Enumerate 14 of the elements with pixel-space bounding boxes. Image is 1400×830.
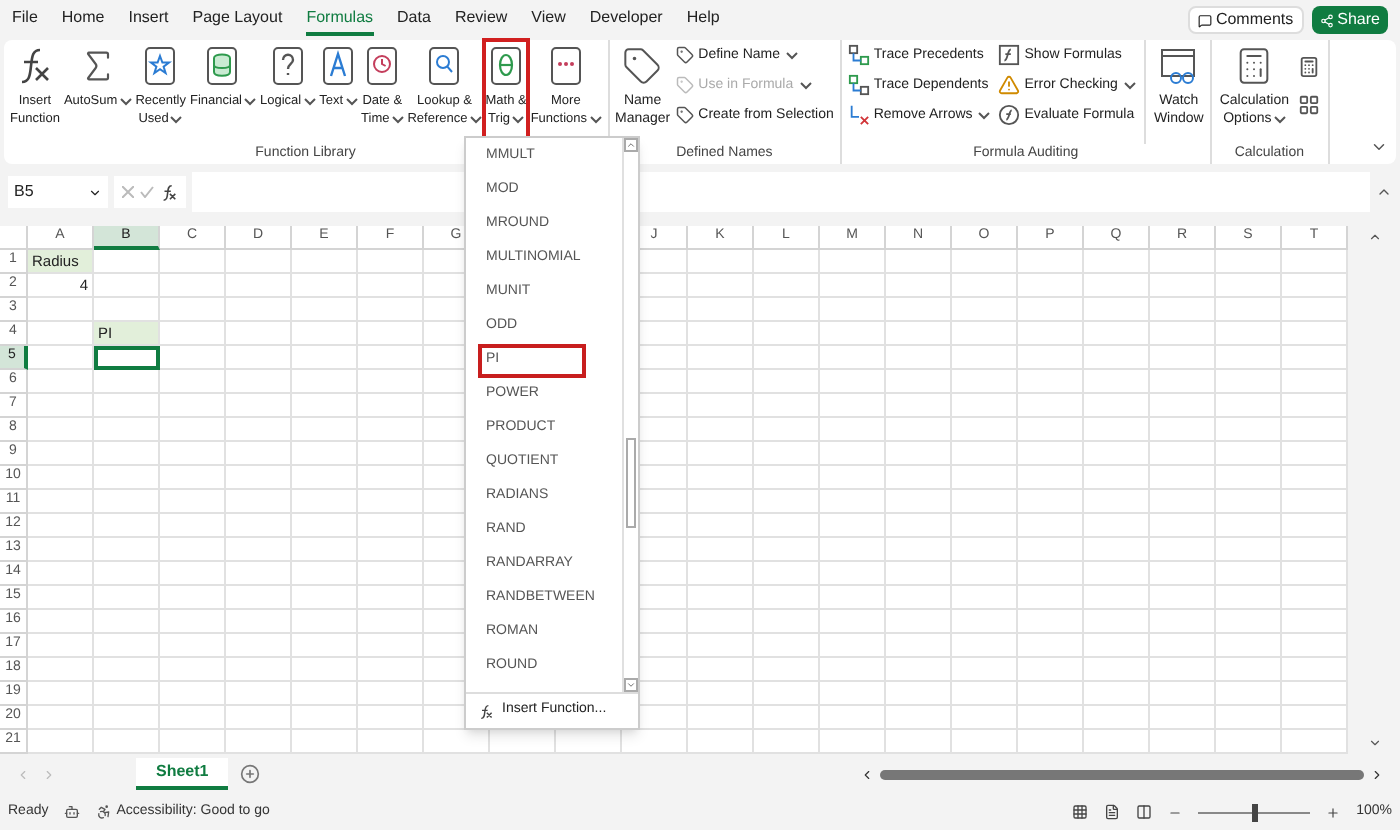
share-button[interactable]: Share (1311, 6, 1388, 34)
comments-button[interactable]: Comments (1187, 6, 1304, 34)
menu-tab[interactable]: Developer (589, 4, 663, 36)
menu-tab[interactable]: Formulas (306, 4, 374, 36)
name-box[interactable]: B5 (8, 176, 108, 208)
menu-tab[interactable]: Data (397, 4, 431, 36)
menu-tab[interactable]: File (12, 4, 38, 36)
menu-tab[interactable]: Review (454, 4, 508, 36)
menu-tab[interactable]: Home (61, 4, 105, 36)
menu-tab[interactable]: Help (686, 4, 720, 36)
sheet-tab[interactable]: Sheet1 (136, 758, 229, 790)
menu-tab[interactable]: View (531, 4, 566, 36)
menu-tab[interactable]: Insert (128, 4, 169, 36)
menu-tab[interactable]: Page Layout (192, 4, 283, 36)
